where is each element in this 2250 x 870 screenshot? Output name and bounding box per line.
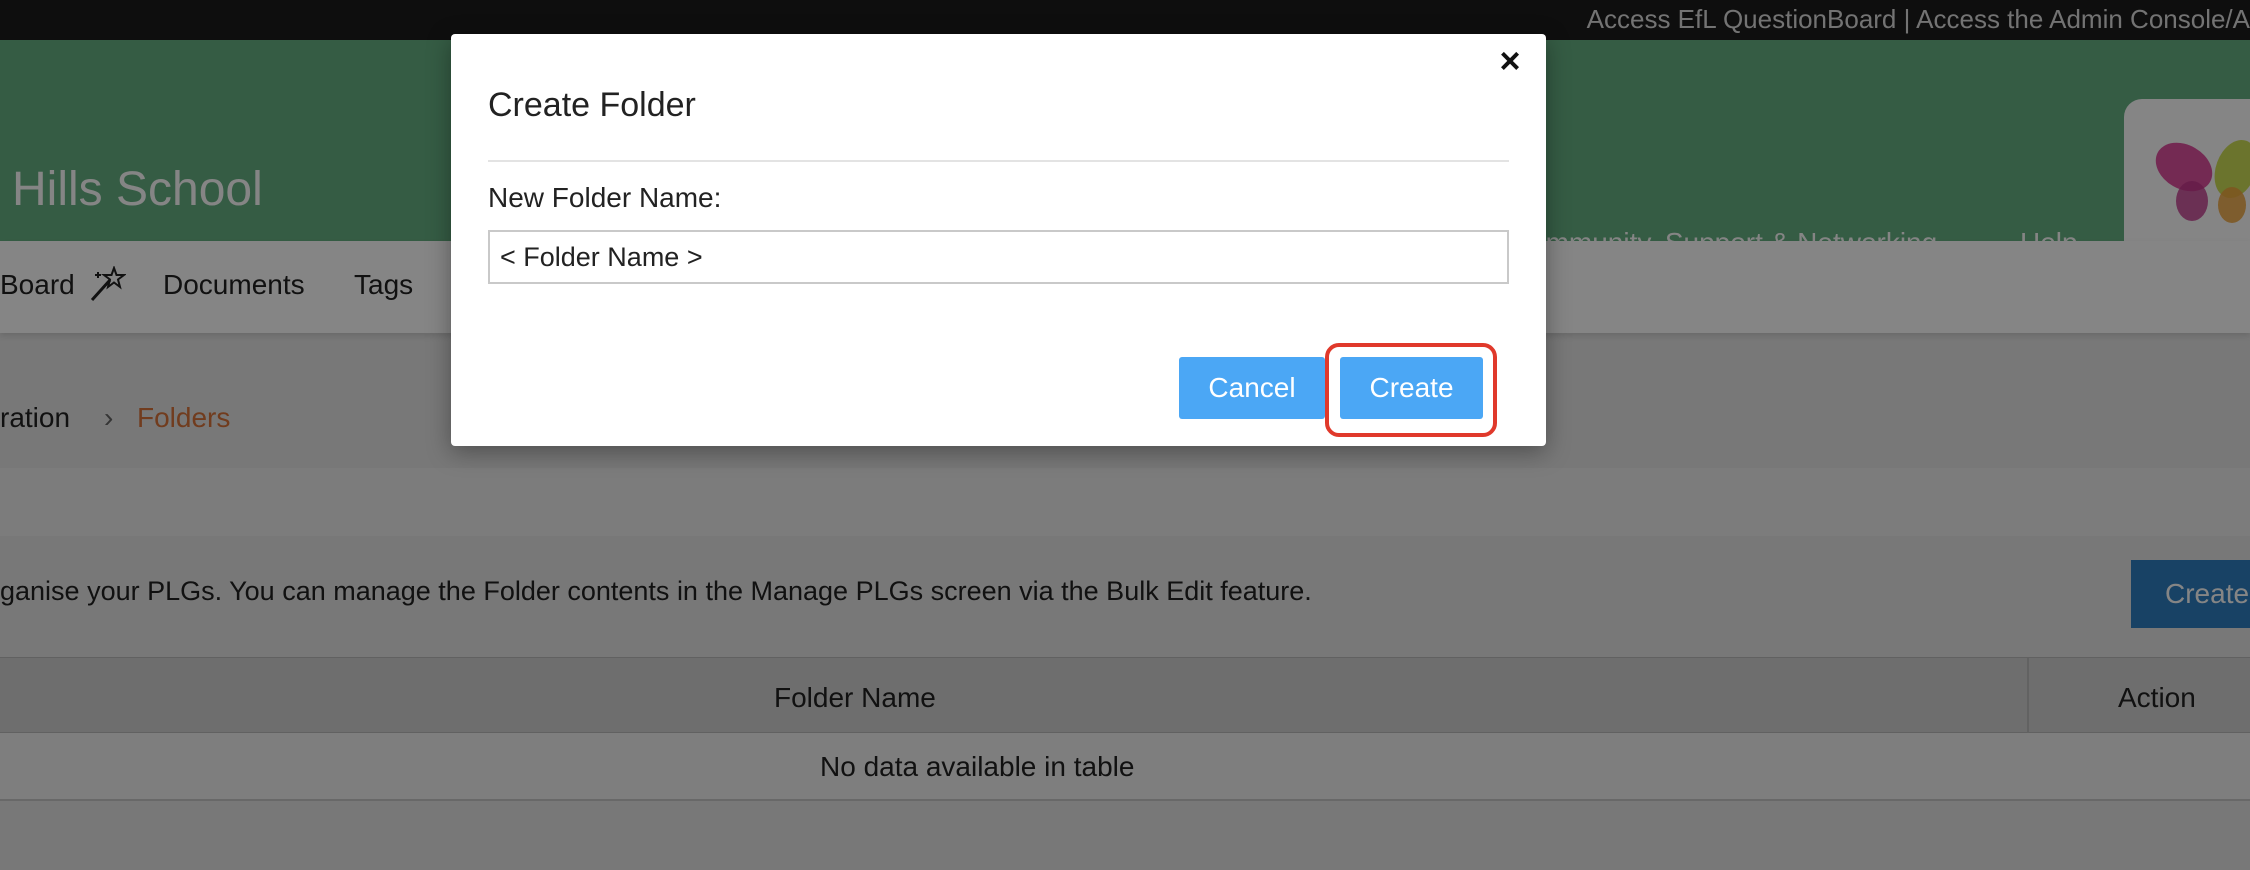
cancel-button[interactable]: Cancel	[1179, 357, 1325, 419]
modal-title: Create Folder	[488, 86, 696, 124]
create-folder-dialog: × Create Folder New Folder Name: Cancel …	[451, 34, 1546, 446]
close-icon[interactable]: ×	[1493, 43, 1527, 79]
create-button-highlight	[1325, 343, 1497, 437]
folder-name-input[interactable]	[488, 230, 1509, 284]
folder-name-label: New Folder Name:	[488, 182, 722, 213]
modal-divider	[488, 160, 1509, 162]
